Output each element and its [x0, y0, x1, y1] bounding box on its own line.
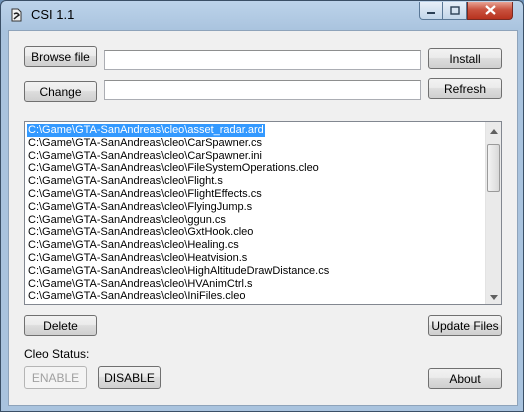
list-item[interactable]: C:\Game\GTA-SanAndreas\cleo\asset_radar.…	[27, 124, 265, 137]
delete-button[interactable]: Delete	[24, 315, 97, 336]
change-path-field[interactable]	[104, 80, 421, 100]
scroll-thumb[interactable]	[487, 144, 500, 192]
browse-file-button[interactable]: Browse file	[24, 46, 97, 67]
client-area: Browse file Install Change Refresh C:\Ga…	[8, 30, 518, 406]
title-bar[interactable]: CSI 1.1	[1, 1, 523, 29]
scroll-up-button[interactable]	[486, 122, 501, 138]
enable-button[interactable]: ENABLE	[24, 366, 87, 389]
list-item[interactable]: C:\Game\GTA-SanAndreas\cleo\FlightEffect…	[27, 188, 263, 201]
list-item[interactable]: C:\Game\GTA-SanAndreas\cleo\Healing.cs	[27, 239, 240, 252]
maximize-icon	[449, 4, 460, 18]
list-scrollbar[interactable]	[485, 122, 501, 304]
change-button[interactable]: Change	[24, 81, 97, 102]
list-item[interactable]: C:\Game\GTA-SanAndreas\cleo\Heatvision.s	[27, 252, 248, 265]
minimize-button[interactable]	[419, 2, 443, 20]
list-item[interactable]: C:\Game\GTA-SanAndreas\cleo\FileSystemOp…	[27, 162, 320, 175]
disable-button[interactable]: DISABLE	[98, 366, 161, 389]
list-item[interactable]: C:\Game\GTA-SanAndreas\cleo\GxtHook.cleo	[27, 226, 254, 239]
install-button[interactable]: Install	[428, 48, 502, 69]
update-files-button[interactable]: Update Files	[428, 315, 502, 336]
close-icon	[484, 4, 496, 18]
window-title: CSI 1.1	[31, 7, 75, 22]
about-button[interactable]: About	[428, 368, 502, 389]
minimize-icon	[426, 4, 436, 18]
list-item[interactable]: C:\Game\GTA-SanAndreas\cleo\HVAnimCtrl.s	[27, 278, 254, 291]
cleo-status-label: Cleo Status:	[24, 347, 90, 361]
maximize-button[interactable]	[443, 2, 467, 20]
scroll-down-button[interactable]	[486, 288, 501, 304]
list-item[interactable]: C:\Game\GTA-SanAndreas\cleo\ggun.cs	[27, 214, 227, 227]
list-item[interactable]: C:\Game\GTA-SanAndreas\cleo\CarSpawner.i…	[27, 150, 263, 163]
scroll-down-icon	[490, 289, 498, 303]
close-button[interactable]	[467, 2, 513, 20]
list-item[interactable]: C:\Game\GTA-SanAndreas\cleo\HighAltitude…	[27, 265, 330, 278]
list-item[interactable]: C:\Game\GTA-SanAndreas\cleo\CarSpawner.c…	[27, 137, 263, 150]
list-item[interactable]: C:\Game\GTA-SanAndreas\cleo\Flight.s	[27, 175, 224, 188]
list-item[interactable]: C:\Game\GTA-SanAndreas\cleo\IniFiles.cle…	[27, 290, 246, 303]
list-item[interactable]: C:\Game\GTA-SanAndreas\cleo\FlyingJump.s	[27, 201, 253, 214]
file-list[interactable]: C:\Game\GTA-SanAndreas\cleo\asset_radar.…	[24, 121, 502, 305]
browse-path-field[interactable]	[104, 50, 421, 70]
scroll-up-icon	[490, 123, 498, 137]
app-window: CSI 1.1 Browse file Install Change Refre…	[0, 0, 524, 412]
app-icon	[9, 7, 25, 23]
refresh-button[interactable]: Refresh	[428, 78, 502, 99]
